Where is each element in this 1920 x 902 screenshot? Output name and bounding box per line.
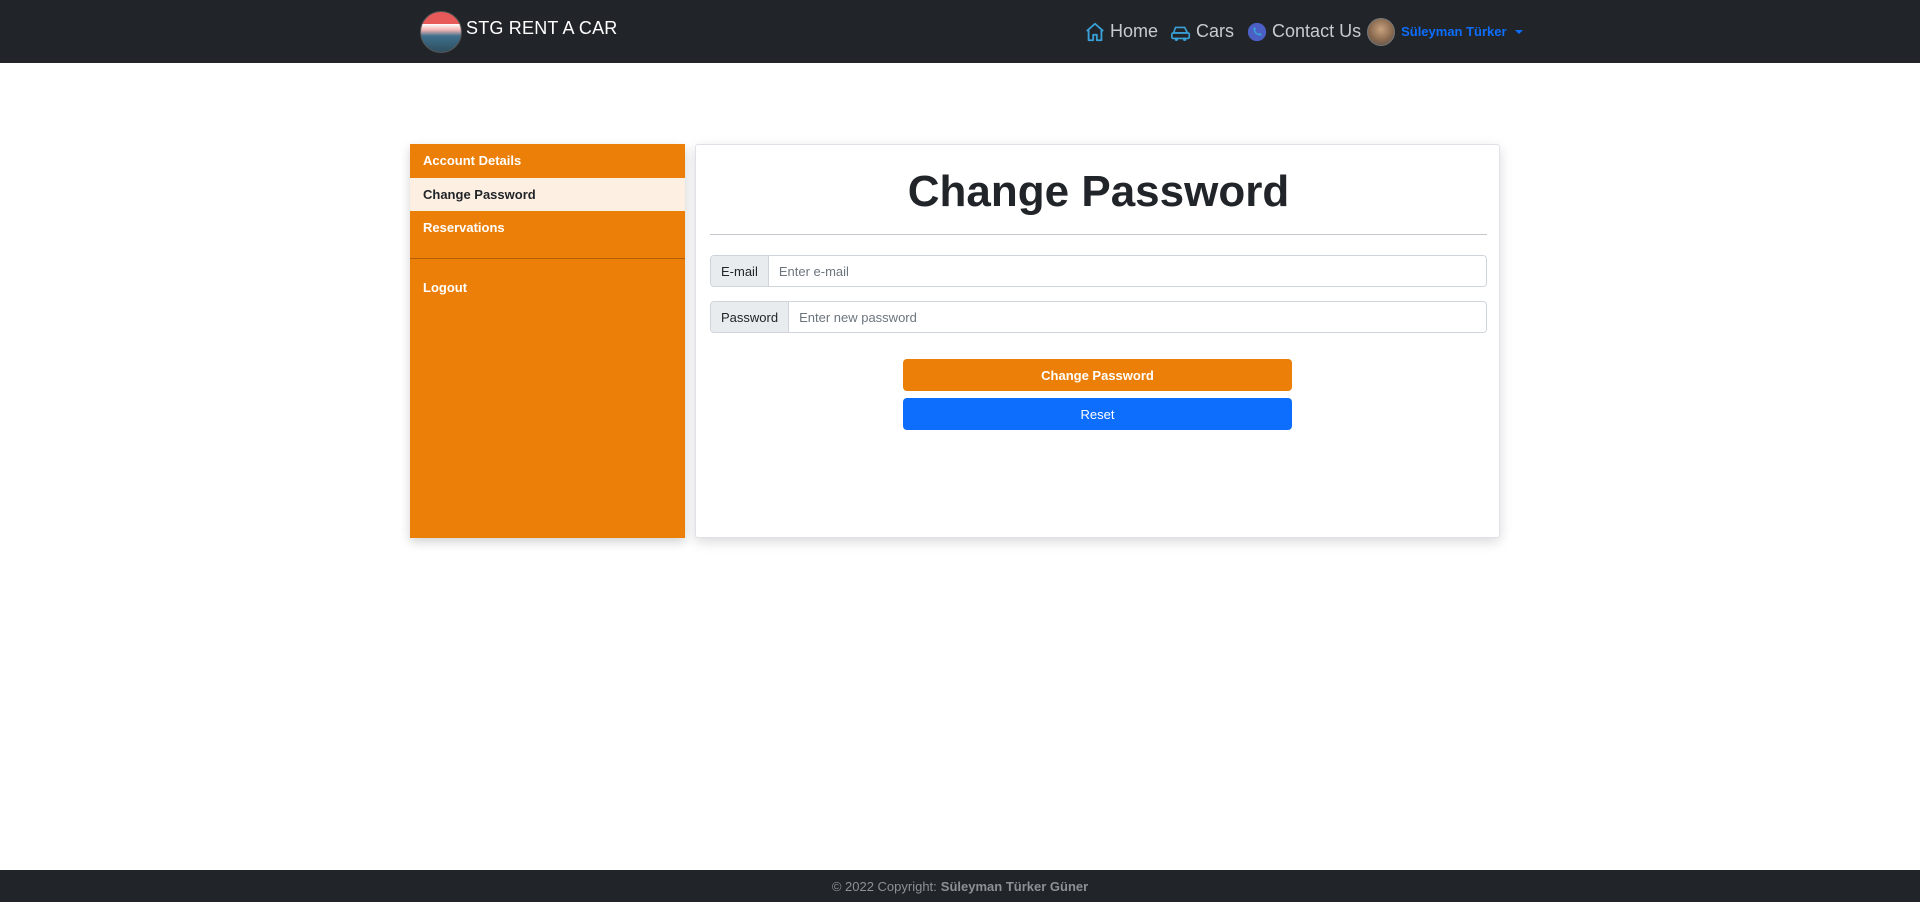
change-password-card: Change Password E-mail Password Change P… — [695, 144, 1500, 538]
password-label: Password — [711, 302, 790, 332]
top-navbar: STG RENT A CAR Home Cars Contact Us Süle… — [0, 0, 1920, 63]
avatar — [1367, 17, 1396, 46]
nav-home-link[interactable]: Home — [1084, 21, 1158, 43]
email-label: E-mail — [711, 256, 769, 286]
car-icon — [1171, 26, 1191, 41]
sidebar-item-label: Account Details — [423, 153, 522, 168]
footer-author: Süleyman Türker Güner — [940, 878, 1089, 894]
password-field[interactable] — [789, 302, 1486, 332]
sidebar-item-reservations[interactable]: Reservations — [410, 211, 685, 244]
page-title: Change Password — [907, 167, 1290, 216]
password-input-group: Password — [710, 301, 1487, 333]
brand-link[interactable]: STG RENT A CAR — [420, 11, 618, 53]
account-sidebar: Account Details Change Password Reservat… — [410, 144, 685, 538]
title-divider — [710, 234, 1487, 235]
email-field[interactable] — [768, 256, 1486, 286]
nav-cars-label: Cars — [1196, 21, 1235, 41]
nav-links: Home Cars Contact Us Süleyman Türker — [1084, 0, 1523, 63]
email-input-group: E-mail — [710, 255, 1487, 287]
user-dropdown[interactable]: Süleyman Türker — [1367, 17, 1523, 46]
sidebar-item-label: Reservations — [423, 220, 505, 235]
sidebar-item-label: Logout — [423, 280, 468, 295]
home-icon — [1086, 22, 1104, 41]
sidebar-item-change-password[interactable]: Change Password — [410, 178, 685, 211]
page-footer: © 2022 Copyright: Süleyman Türker Güner — [0, 870, 1920, 902]
nav-contact-label: Contact Us — [1272, 21, 1362, 41]
nav-contact-link[interactable]: Contact Us — [1246, 21, 1361, 43]
nav-home-label: Home — [1110, 21, 1159, 41]
chevron-down-icon — [1514, 29, 1523, 34]
footer-copyright: © 2022 Copyright: — [831, 878, 937, 894]
sidebar-item-account-details[interactable]: Account Details — [410, 144, 685, 177]
nav-cars-link[interactable]: Cars — [1170, 21, 1234, 43]
phone-icon — [1247, 22, 1267, 41]
sidebar-item-label: Change Password — [423, 187, 536, 202]
user-name: Süleyman Türker — [1401, 24, 1507, 39]
sidebar-item-logout[interactable]: Logout — [410, 271, 685, 304]
brand-title: STG RENT A CAR — [466, 17, 618, 38]
sidebar-divider — [410, 258, 685, 259]
change-password-button[interactable]: Change Password — [903, 359, 1292, 391]
car-logo-icon — [420, 11, 462, 53]
reset-button[interactable]: Reset — [903, 398, 1292, 430]
